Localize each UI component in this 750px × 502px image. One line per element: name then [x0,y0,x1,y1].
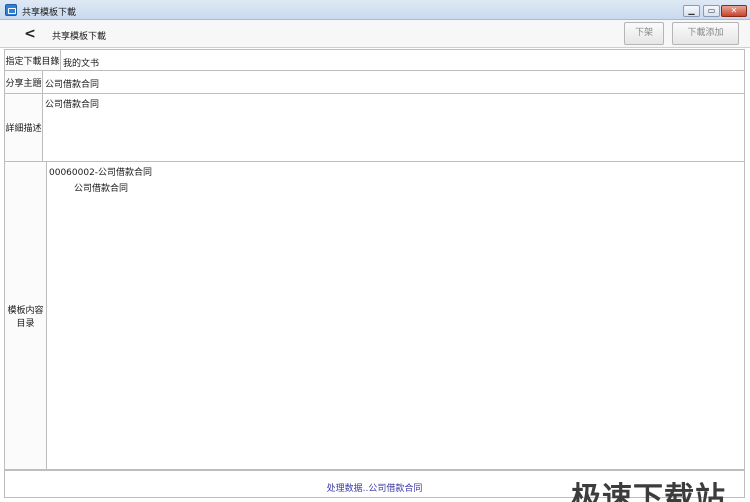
topic-field[interactable]: 公司借款合同 [45,77,99,90]
download-dir-row: 指定下載目錄 我的文书 [4,49,745,71]
topic-label: 分享主題 [5,71,43,93]
back-button[interactable]: < [22,25,38,43]
maximize-icon[interactable]: ▭ [703,5,720,17]
download-dir-field[interactable]: 我的文书 [63,56,99,69]
contents-tree[interactable]: 00060002-公司借款合同 公司借款合同 [49,165,152,194]
detail-row: 詳細描述 公司借款合同 [4,94,745,162]
close-icon[interactable]: ✕ [721,5,747,17]
detail-label: 詳細描述 [5,94,43,161]
minimize-icon[interactable]: ▁ [683,5,700,17]
unlist-button[interactable]: 下架 [624,22,664,45]
contents-label-line2: 目录 [16,318,35,329]
topic-row: 分享主題 公司借款合同 [4,71,745,94]
status-bar: 处理数据..公司借款合同 极速下载站 [4,470,745,502]
tree-item-root[interactable]: 00060002-公司借款合同 [49,165,152,178]
toolbar: < 共享模板下載 下架 下載添加 [0,20,750,48]
watermark-logo: 极速下载站 [571,481,726,502]
contents-label-line1: 模板内容 [7,305,44,316]
detail-field[interactable]: 公司借款合同 [45,97,99,110]
download-dir-label: 指定下載目錄 [5,50,61,70]
contents-label: 模板内容 目录 [5,162,47,469]
download-add-button[interactable]: 下載添加 [672,22,739,45]
window-title: 共享模板下載 [22,8,77,18]
tree-item-child[interactable]: 公司借款合同 [74,181,152,194]
app-icon [5,4,17,16]
contents-row: 模板内容 目录 00060002-公司借款合同 公司借款合同 [4,162,745,470]
window-titlebar: 共享模板下載 ▁ ▭ ✕ [0,0,750,20]
page-title: 共享模板下載 [52,32,107,42]
